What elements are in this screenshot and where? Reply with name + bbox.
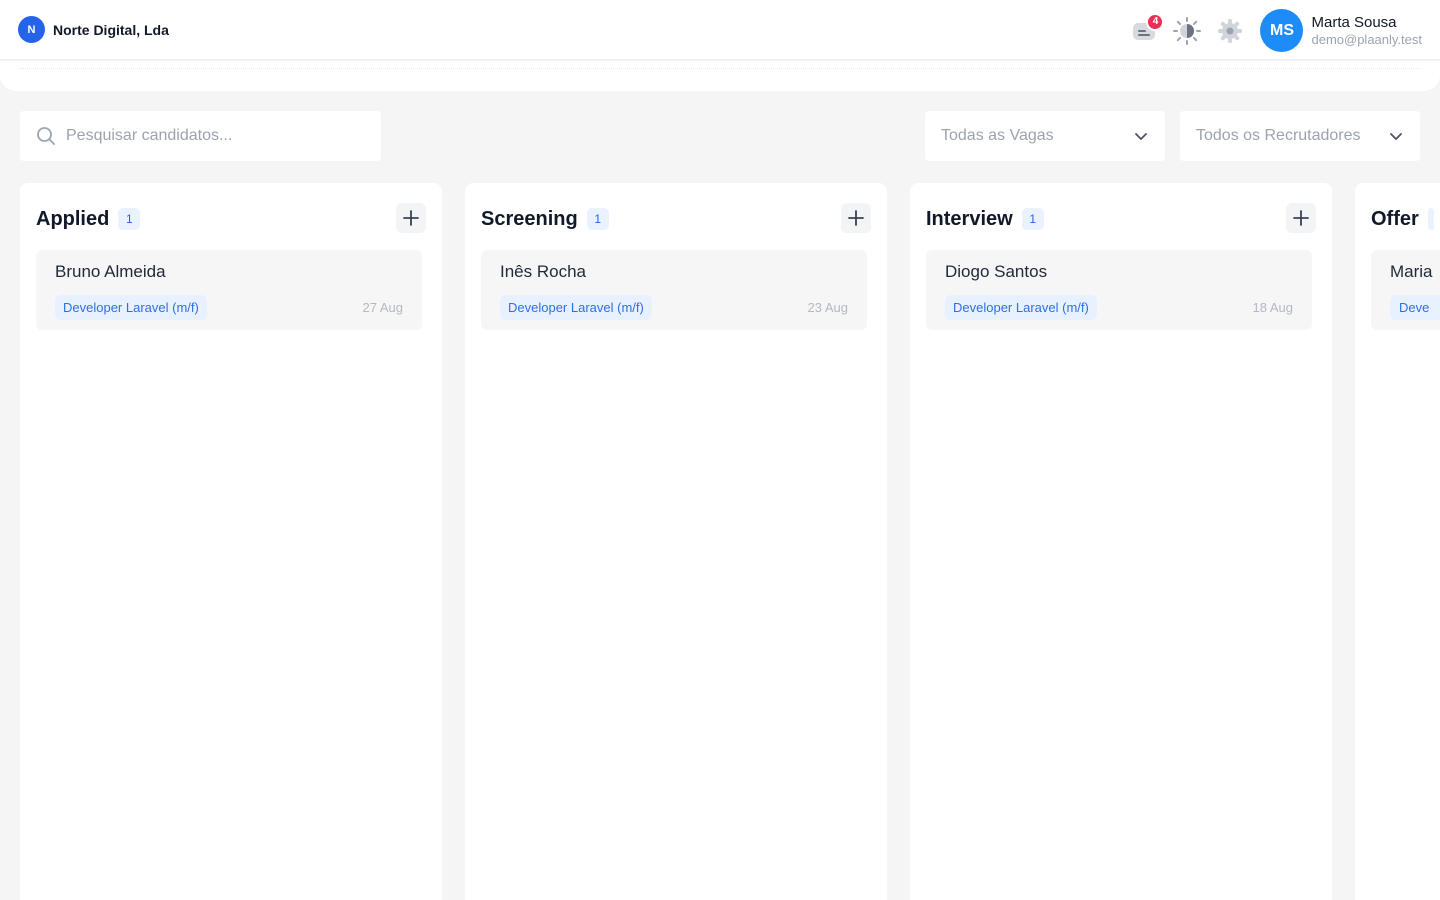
column-title: Offer — [1371, 207, 1419, 230]
column-header: Interview 1 — [926, 203, 1316, 235]
kanban-column-interview: Interview 1 Diogo Santos Developer Larav… — [910, 183, 1332, 900]
vacancies-filter-select[interactable]: Todas as Vagas — [925, 111, 1165, 161]
column-title: Interview — [926, 207, 1013, 230]
kanban-column-screening: Screening 1 Inês Rocha Developer Laravel… — [465, 183, 887, 900]
plus-icon — [1293, 210, 1309, 226]
user-email: demo@plaanly.test — [1311, 31, 1422, 47]
job-tag: Deve — [1390, 295, 1440, 320]
chevron-down-icon — [1135, 133, 1147, 140]
candidate-name: Bruno Almeida — [55, 262, 166, 281]
user-avatar[interactable]: MS — [1260, 9, 1304, 52]
column-header: Offer — [1371, 203, 1440, 235]
candidate-card[interactable]: Diogo Santos Developer Laravel (m/f) 18 … — [926, 250, 1312, 330]
candidate-card[interactable]: Maria Deve — [1371, 250, 1440, 330]
job-tag: Developer Laravel (m/f) — [500, 295, 652, 320]
candidate-date: 27 Aug — [362, 300, 404, 315]
kanban-column-offer: Offer Maria Deve — [1355, 183, 1440, 900]
candidate-name: Diogo Santos — [945, 262, 1048, 281]
settings-button[interactable] — [1214, 15, 1246, 47]
recruiters-filter-value: Todos os Recrutadores — [1196, 127, 1361, 144]
search-icon — [37, 127, 55, 145]
divider — [20, 68, 1420, 69]
candidate-name: Inês Rocha — [500, 262, 586, 281]
top-actions: 4 MS Marta Sousa demo@plaanly.test — [1128, 9, 1422, 52]
notifications-button[interactable]: 4 — [1128, 12, 1165, 47]
job-tag: Developer Laravel (m/f) — [55, 295, 207, 320]
chevron-down-icon — [1390, 133, 1402, 140]
search-box — [20, 111, 381, 161]
candidate-name: Maria — [1390, 262, 1433, 281]
search-input[interactable] — [66, 127, 356, 145]
column-count-badge: 1 — [586, 208, 609, 230]
plus-icon — [848, 210, 864, 226]
column-count-badge: 1 — [118, 208, 141, 230]
add-candidate-button[interactable] — [841, 203, 871, 233]
header-band — [0, 61, 1440, 91]
plus-icon — [403, 210, 419, 226]
column-count-badge: 1 — [1021, 208, 1044, 230]
sun-icon — [1173, 16, 1202, 45]
org-badge: N — [18, 16, 45, 43]
vacancies-filter-value: Todas as Vagas — [941, 127, 1054, 144]
gear-icon — [1218, 18, 1243, 43]
candidate-date: 23 Aug — [807, 300, 849, 315]
add-candidate-button[interactable] — [396, 203, 426, 233]
column-header: Applied 1 — [36, 203, 426, 235]
column-title: Screening — [481, 207, 578, 230]
kanban-column-applied: Applied 1 Bruno Almeida Developer Larave… — [20, 183, 442, 900]
column-count-badge — [1427, 208, 1434, 230]
candidate-date: 18 Aug — [1252, 300, 1294, 315]
add-candidate-button[interactable] — [1286, 203, 1316, 233]
candidate-card[interactable]: Inês Rocha Developer Laravel (m/f) 23 Au… — [481, 250, 867, 330]
column-title: Applied — [36, 207, 110, 230]
recruiters-filter-select[interactable]: Todos os Recrutadores — [1180, 111, 1420, 161]
user-info[interactable]: Marta Sousa demo@plaanly.test — [1311, 14, 1422, 48]
org-name: Norte Digital, Lda — [53, 21, 169, 38]
top-bar: N Norte Digital, Lda 4 MS Marta Sousa de… — [0, 0, 1440, 60]
notification-count-badge: 4 — [1146, 12, 1165, 31]
organization[interactable]: N Norte Digital, Lda — [18, 16, 169, 43]
candidate-card[interactable]: Bruno Almeida Developer Laravel (m/f) 27… — [36, 250, 422, 330]
job-tag: Developer Laravel (m/f) — [945, 295, 1097, 320]
column-header: Screening 1 — [481, 203, 871, 235]
user-name: Marta Sousa — [1311, 13, 1397, 31]
theme-toggle-button[interactable] — [1171, 15, 1203, 47]
